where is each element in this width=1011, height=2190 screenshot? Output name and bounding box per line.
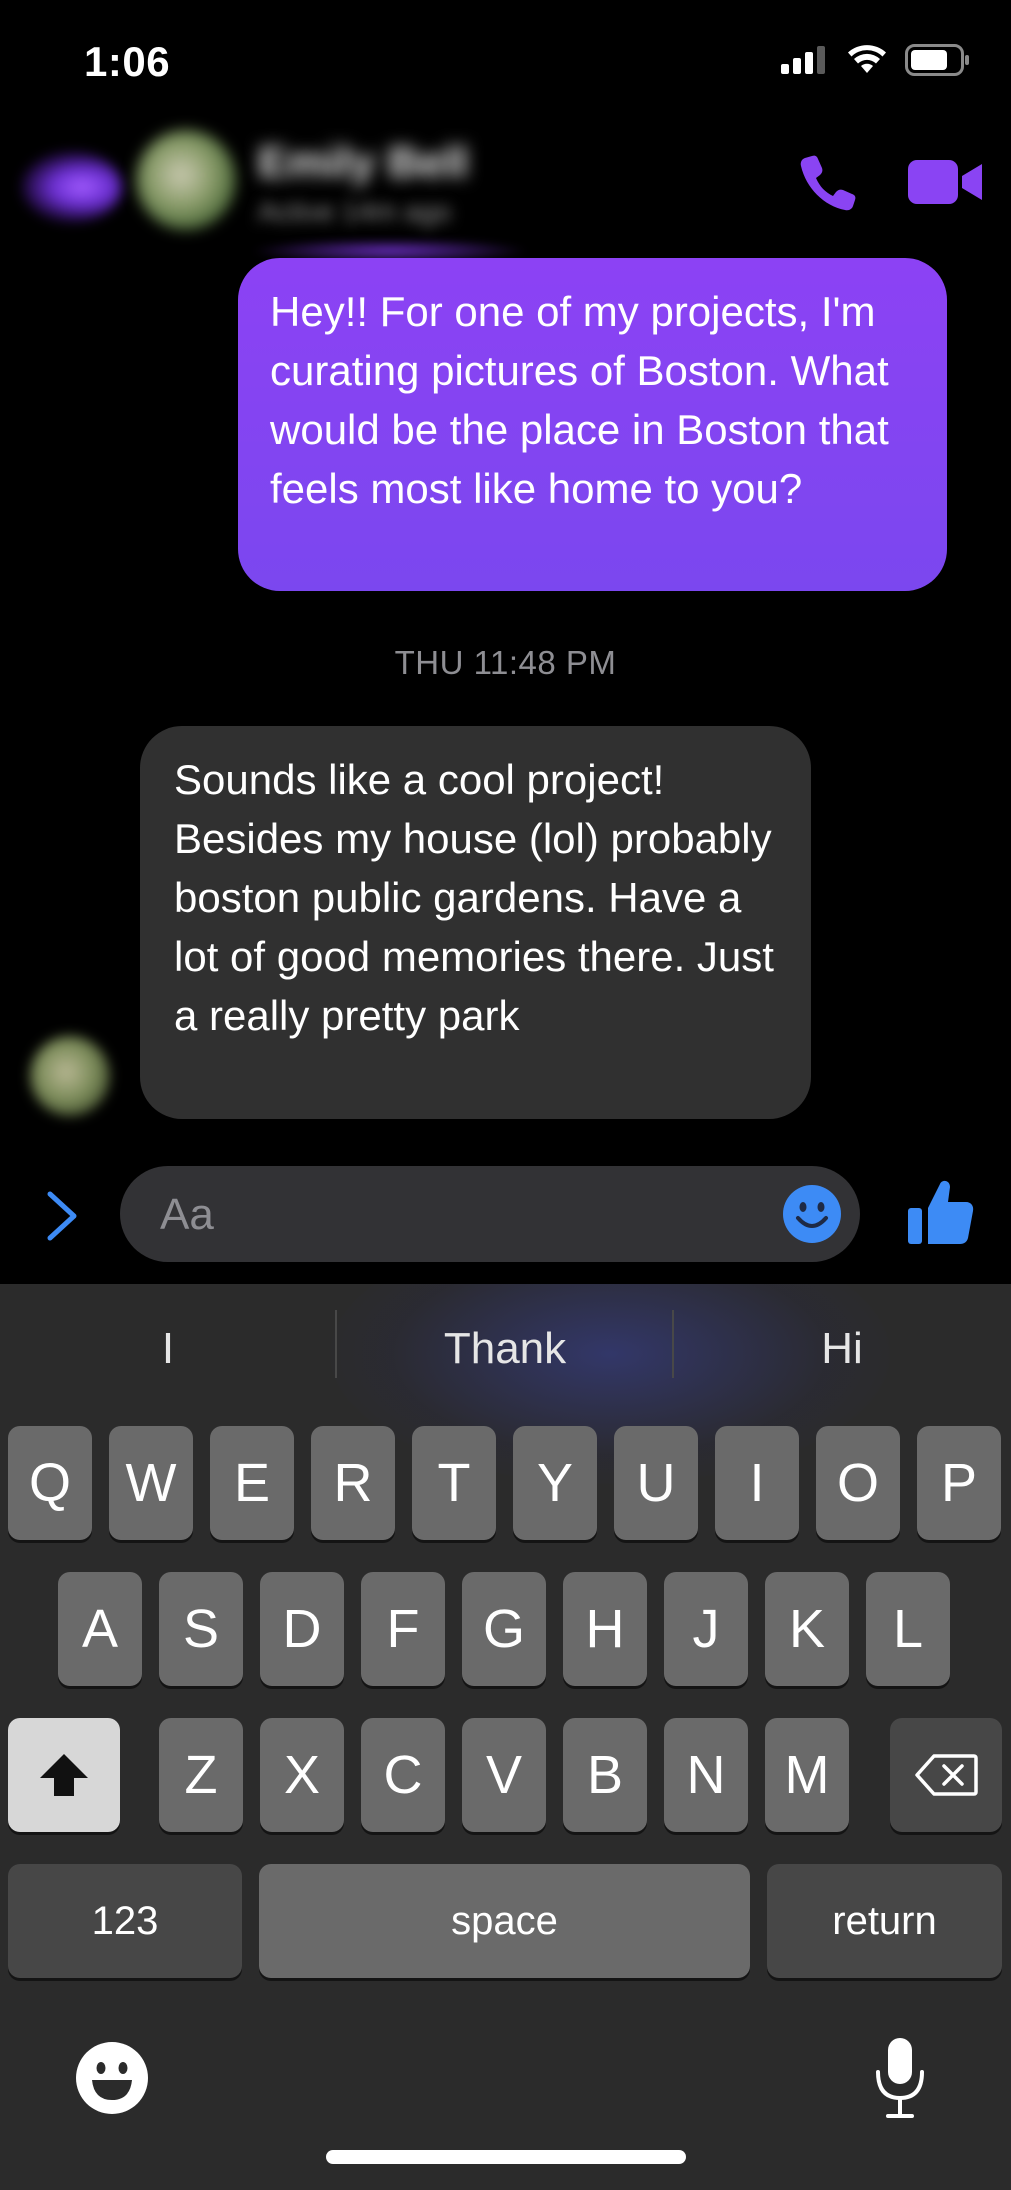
key-c[interactable]: C	[361, 1718, 445, 1832]
key-p[interactable]: P	[917, 1426, 1001, 1540]
key-g[interactable]: G	[462, 1572, 546, 1686]
space-key[interactable]: space	[259, 1864, 750, 1978]
suggestion-3[interactable]: Hi	[674, 1324, 1010, 1374]
key-h[interactable]: H	[563, 1572, 647, 1686]
status-bar: 1:06	[0, 0, 1011, 120]
chevron-right-icon[interactable]	[40, 1188, 84, 1244]
microphone-icon[interactable]	[870, 2036, 930, 2120]
shift-icon	[40, 1754, 88, 1796]
keyboard: I Thank Hi Q W E R T Y U I O P A S D F G…	[0, 1284, 1011, 2190]
phone-icon[interactable]	[796, 150, 860, 214]
key-d[interactable]: D	[260, 1572, 344, 1686]
key-u[interactable]: U	[614, 1426, 698, 1540]
key-f[interactable]: F	[361, 1572, 445, 1686]
status-icons	[781, 44, 971, 76]
key-y[interactable]: Y	[513, 1426, 597, 1540]
key-r[interactable]: R	[311, 1426, 395, 1540]
key-v[interactable]: V	[462, 1718, 546, 1832]
delete-icon	[915, 1754, 978, 1796]
key-s[interactable]: S	[159, 1572, 243, 1686]
key-j[interactable]: J	[664, 1572, 748, 1686]
emoji-keyboard-icon[interactable]	[74, 2040, 150, 2116]
key-w[interactable]: W	[109, 1426, 193, 1540]
contact-name[interactable]: Emily Bell	[258, 138, 468, 188]
key-b[interactable]: B	[563, 1718, 647, 1832]
contact-avatar[interactable]	[136, 130, 236, 230]
thumbs-up-icon[interactable]	[906, 1176, 974, 1248]
shift-key[interactable]	[8, 1718, 120, 1832]
key-l[interactable]: L	[866, 1572, 950, 1686]
back-icon[interactable]	[22, 152, 122, 222]
key-m[interactable]: M	[765, 1718, 849, 1832]
key-x[interactable]: X	[260, 1718, 344, 1832]
contact-status: Active 14m ago	[258, 196, 451, 227]
suggestion-2[interactable]: Thank	[337, 1324, 673, 1374]
key-q[interactable]: Q	[8, 1426, 92, 1540]
outgoing-message-bubble[interactable]: Hey!! For one of my projects, I'm curati…	[238, 258, 947, 591]
incoming-message-bubble[interactable]: Sounds like a cool project! Besides my h…	[140, 726, 811, 1119]
key-z[interactable]: Z	[159, 1718, 243, 1832]
message-timestamp: THU 11:48 PM	[394, 644, 617, 681]
key-i[interactable]: I	[715, 1426, 799, 1540]
message-input[interactable]: Aa	[120, 1166, 860, 1262]
key-t[interactable]: T	[412, 1426, 496, 1540]
key-o[interactable]: O	[816, 1426, 900, 1540]
smiley-icon[interactable]	[782, 1184, 842, 1244]
return-key-label: return	[832, 1898, 937, 1943]
video-icon[interactable]	[906, 152, 986, 212]
suggestion-1[interactable]: I	[0, 1324, 336, 1374]
sender-avatar[interactable]	[30, 1036, 110, 1116]
message-composer: Aa	[0, 1160, 1011, 1268]
suggestion-bar: I Thank Hi	[0, 1284, 1011, 1416]
key-a[interactable]: A	[58, 1572, 142, 1686]
space-key-label: space	[451, 1898, 558, 1943]
wifi-icon	[848, 45, 886, 73]
numbers-key-label: 123	[91, 1898, 159, 1943]
delete-key[interactable]	[890, 1718, 1002, 1832]
conversation-header: Emily Bell Active 14m ago	[0, 110, 1011, 264]
message-input-placeholder: Aa	[160, 1190, 214, 1239]
return-key[interactable]: return	[767, 1864, 1002, 1978]
numbers-key[interactable]: 123	[8, 1864, 242, 1978]
key-e[interactable]: E	[210, 1426, 294, 1540]
signal-icon	[781, 46, 825, 74]
status-time: 1:06	[84, 38, 171, 85]
home-indicator[interactable]	[326, 2150, 686, 2164]
battery-icon	[905, 44, 969, 76]
key-n[interactable]: N	[664, 1718, 748, 1832]
key-k[interactable]: K	[765, 1572, 849, 1686]
